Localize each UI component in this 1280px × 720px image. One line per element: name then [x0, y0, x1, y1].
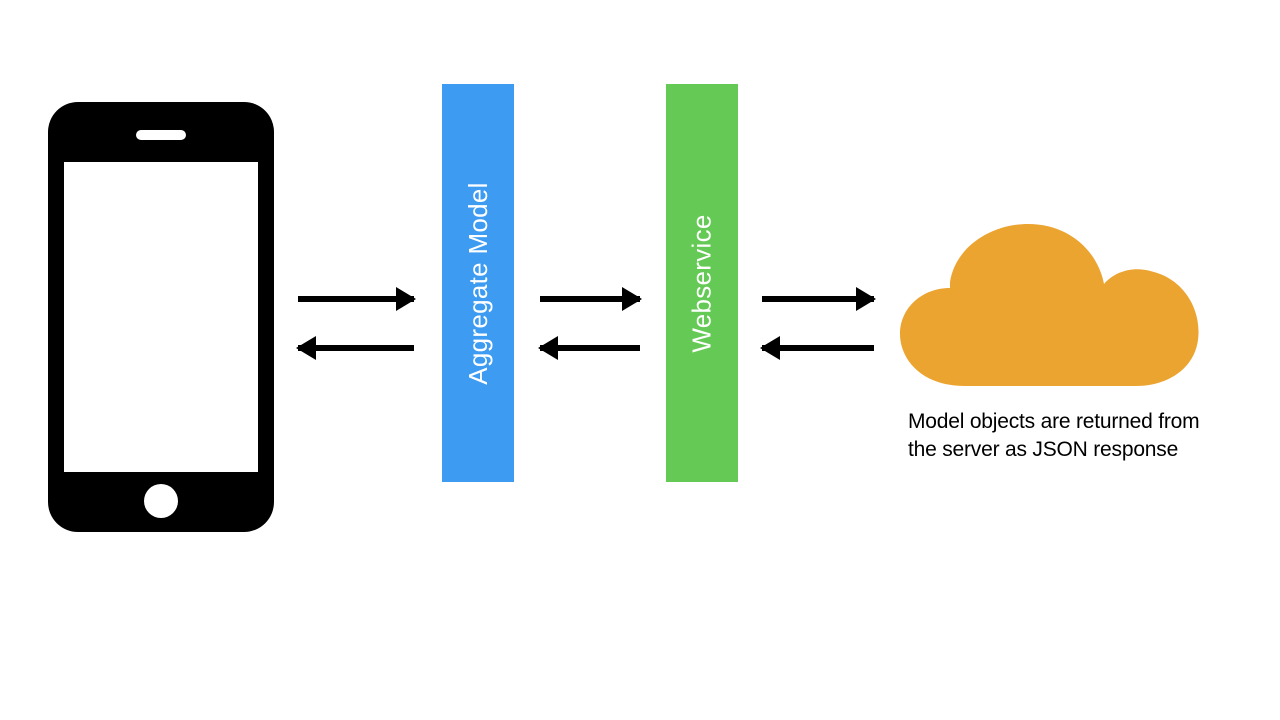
phone-icon — [48, 102, 274, 532]
arrow-right-icon — [298, 296, 414, 302]
phone-speaker — [136, 130, 186, 140]
webservice-label: Webservice — [687, 214, 718, 352]
phone-screen — [64, 162, 258, 472]
phone-body — [48, 102, 274, 532]
arrow-left-icon — [298, 345, 414, 351]
arrow-right-icon — [762, 296, 874, 302]
webservice-box: Webservice — [666, 84, 738, 482]
phone-home-button — [144, 484, 178, 518]
cloud-icon — [900, 218, 1200, 388]
arrow-right-icon — [540, 296, 640, 302]
aggregate-model-box: Aggregate Model — [442, 84, 514, 482]
aggregate-model-label: Aggregate Model — [463, 182, 494, 385]
arrow-left-icon — [762, 345, 874, 351]
arrows-phone-aggregate — [298, 290, 414, 370]
cloud-block: Model objects are returned from the serv… — [900, 218, 1220, 463]
architecture-diagram: Aggregate Model Webservice Model objects… — [0, 0, 1280, 720]
cloud-caption: Model objects are returned from the serv… — [908, 408, 1208, 463]
arrow-left-icon — [540, 345, 640, 351]
arrows-webservice-cloud — [762, 290, 874, 370]
arrows-aggregate-webservice — [540, 290, 640, 370]
